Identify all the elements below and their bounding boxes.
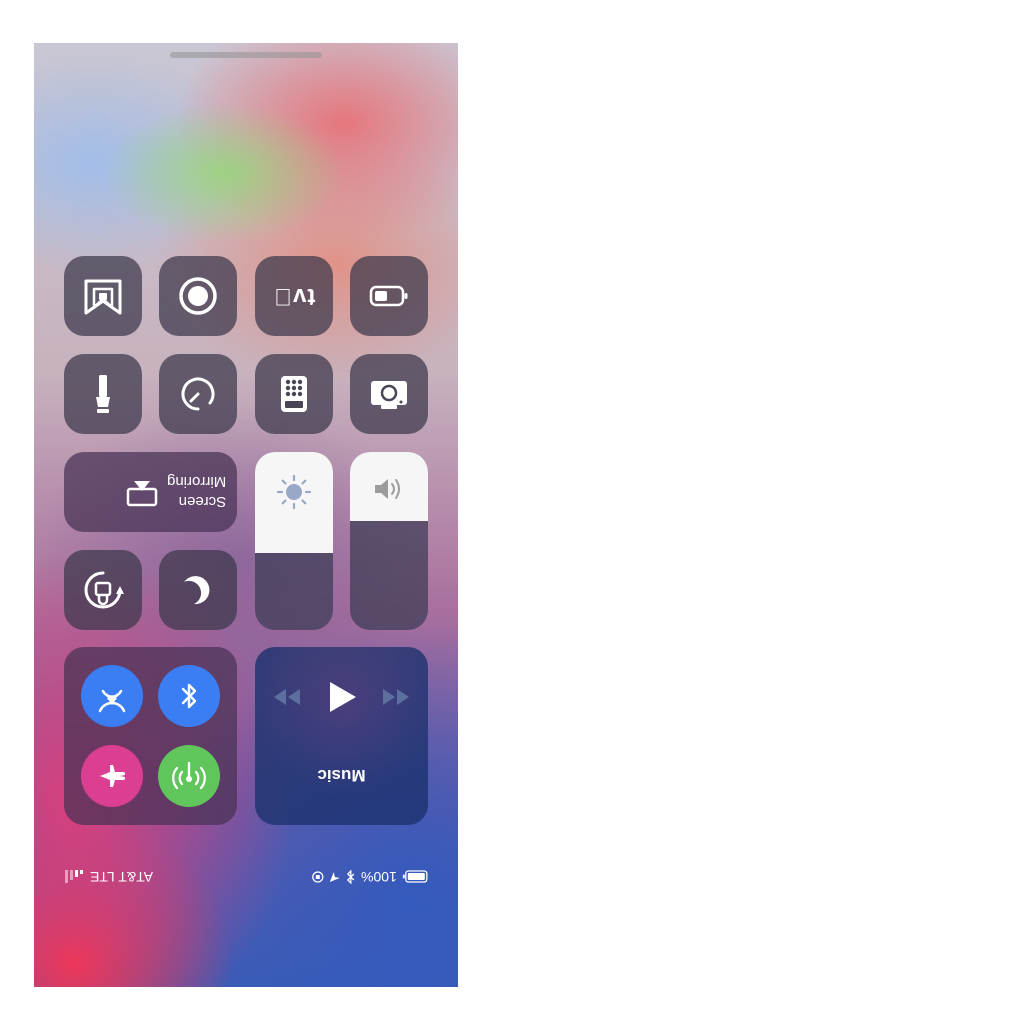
battery-icon <box>369 285 408 307</box>
low-power-mode-button[interactable] <box>350 256 428 336</box>
orientation-lock-icon <box>84 571 124 609</box>
guided-access-shield-icon <box>84 279 122 315</box>
apple-tv-remote-button[interactable]: tv <box>255 256 333 336</box>
battery-icon <box>403 870 428 884</box>
status-bar: AT&T LTE 100% <box>64 867 428 889</box>
airdrop-icon <box>98 689 126 713</box>
airplane-icon <box>100 765 125 787</box>
status-right-group: 100% <box>312 869 428 885</box>
tv-label: tv <box>291 283 316 310</box>
screen-recording-button[interactable] <box>159 256 237 336</box>
battery-percent: 100% <box>361 869 397 885</box>
signal-bars-icon <box>65 870 83 883</box>
bluetooth-button[interactable] <box>158 665 220 727</box>
flashlight-button[interactable] <box>64 354 142 434</box>
calculator-icon <box>281 376 307 412</box>
brightness-slider[interactable] <box>255 452 333 630</box>
record-icon <box>179 277 217 315</box>
music-title: Music <box>317 766 366 785</box>
screen-mirroring-label-line2: Mirroring <box>167 473 227 490</box>
volume-slider[interactable] <box>350 452 428 630</box>
orientation-lock-icon <box>312 871 324 883</box>
sun-icon <box>276 474 312 510</box>
screen-mirroring-button[interactable]: Screen Mirroring <box>64 452 237 532</box>
play-icon[interactable] <box>328 680 358 714</box>
rewind-icon[interactable] <box>272 687 302 707</box>
orientation-lock-button[interactable] <box>64 550 142 630</box>
bluetooth-icon <box>347 870 355 884</box>
apple-tv-icon: tv <box>273 282 315 310</box>
screen-mirroring-icon <box>126 481 158 507</box>
cellular-data-button[interactable] <box>158 745 220 807</box>
calculator-button[interactable] <box>255 354 333 434</box>
moon-icon <box>184 576 210 605</box>
timer-button[interactable] <box>159 354 237 434</box>
speaker-icon <box>375 479 400 499</box>
cellular-antenna-icon <box>172 761 206 790</box>
music-panel: Music <box>255 647 428 825</box>
airdrop-button[interactable] <box>81 665 143 727</box>
location-arrow-icon <box>330 872 341 882</box>
timer-icon <box>181 377 215 411</box>
guided-access-button[interactable] <box>64 256 142 336</box>
connectivity-panel <box>64 647 237 825</box>
carrier-label: AT&T LTE <box>90 869 154 885</box>
bluetooth-icon <box>181 683 197 709</box>
fast-forward-icon[interactable] <box>381 687 411 707</box>
carrier-group: AT&T LTE <box>64 869 153 885</box>
dismiss-handle[interactable] <box>170 52 322 58</box>
screen-mirroring-label: Screen Mirroring <box>167 471 226 511</box>
flashlight-icon <box>96 375 110 413</box>
airplane-mode-button[interactable] <box>81 745 143 807</box>
control-center-screen: tv <box>34 43 458 987</box>
screen-mirroring-label-line1: Screen <box>178 493 227 510</box>
do-not-disturb-button[interactable] <box>159 550 237 630</box>
camera-button[interactable] <box>350 354 428 434</box>
camera-icon <box>371 381 407 409</box>
